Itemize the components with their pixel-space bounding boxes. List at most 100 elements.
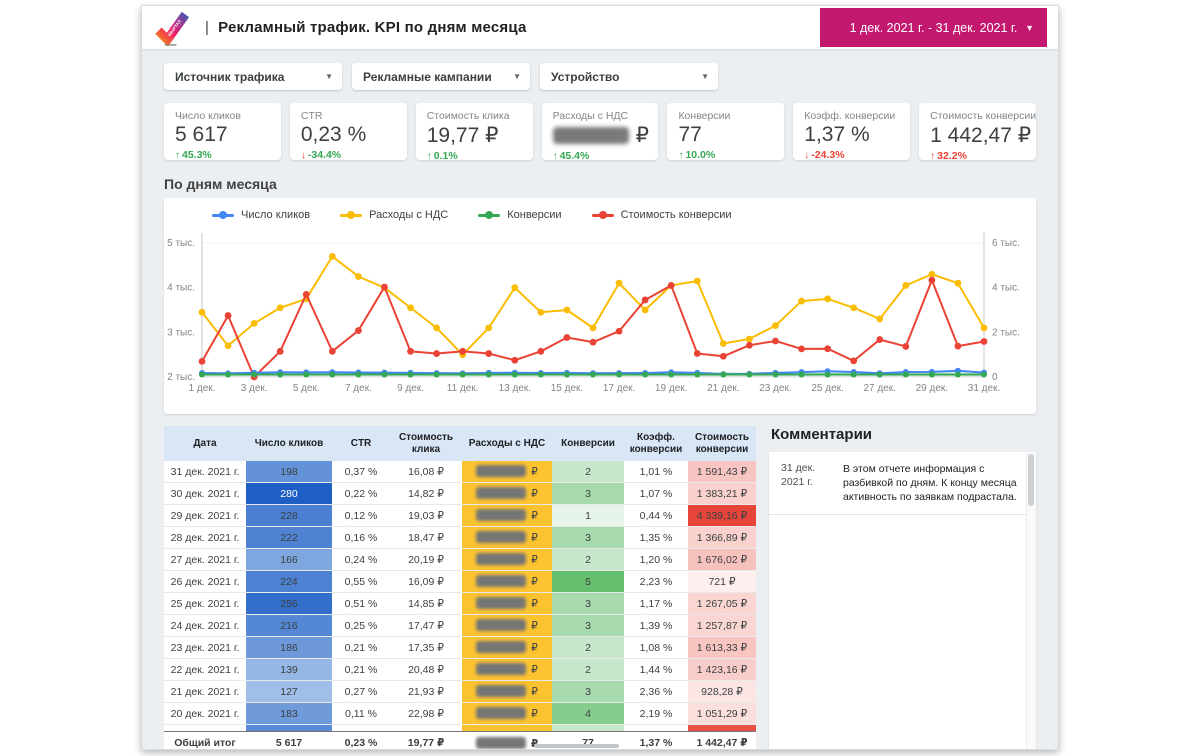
column-header-6[interactable]: Коэфф. конверсии (624, 426, 688, 461)
filter-dropdown-0[interactable]: Источник трафика▼ (164, 63, 342, 90)
cell-cpc: 19,03 ₽ (390, 505, 462, 527)
svg-text:13 дек.: 13 дек. (499, 383, 531, 394)
kpi-label: Стоимость конверсии (930, 110, 1036, 122)
cell-clicks: 256 (246, 593, 332, 615)
report-header: КВАРТАЛ |Рекламный трафик. KPI по дням м… (142, 6, 1058, 49)
comments-card: 31 дек. 2021 г.В этом отчете информация … (769, 452, 1036, 750)
legend-item-3[interactable]: Стоимость конверсии (592, 209, 732, 221)
cell-ctr: 0,37 % (332, 461, 390, 483)
comment-entry: 31 дек. 2021 г.В этом отчете информация … (769, 452, 1036, 515)
date-range-picker[interactable]: 1 дек. 2021 г. - 31 дек. 2021 г. ▼ (820, 8, 1047, 47)
cell-cost-per-conv: 1 591,43 ₽ (688, 461, 756, 483)
cell-partial (164, 725, 246, 732)
column-header-7[interactable]: Стоимость конверсии (688, 426, 756, 461)
cell-spend-redacted: ₽ (462, 615, 552, 637)
date-range-label: 1 дек. 2021 г. - 31 дек. 2021 г. (850, 21, 1018, 35)
cell-ctr: 0,21 % (332, 637, 390, 659)
kpi-value: 77 (678, 123, 784, 147)
cell-spend-redacted: ₽ (462, 483, 552, 505)
redacted-value (553, 127, 629, 144)
table-row-partial (164, 725, 756, 732)
svg-text:7 дек.: 7 дек. (345, 383, 372, 394)
horizontal-scrollbar-thumb[interactable] (534, 744, 619, 748)
column-header-5[interactable]: Конверсии (552, 426, 624, 461)
table-row: 23 дек. 2021 г.1860,21 %17,35 ₽₽21,08 %1… (164, 637, 756, 659)
cell-conversions: 3 (552, 527, 624, 549)
table-row: 20 дек. 2021 г.1830,11 %22,98 ₽₽42,19 %1… (164, 703, 756, 725)
cell-conversions: 3 (552, 615, 624, 637)
cell-cpc: 14,85 ₽ (390, 593, 462, 615)
kpi-delta: ↑45.4% (553, 150, 659, 160)
redacted-value (476, 575, 526, 587)
cell-ctr: 0,11 % (332, 703, 390, 725)
svg-text:19 дек.: 19 дек. (655, 383, 687, 394)
kpi-delta-value: 0.1% (434, 150, 458, 160)
kpi-card-6: Стоимость конверсии1 442,47 ₽↑32.2% (919, 103, 1036, 160)
column-header-2[interactable]: CTR (332, 426, 390, 461)
chevron-down-icon: ▼ (325, 72, 333, 81)
cell-date: 31 дек. 2021 г. (164, 461, 246, 483)
cell-conv-rate: 1,35 % (624, 527, 688, 549)
arrow-up-icon: ↑ (930, 151, 935, 160)
kpi-delta: ↑32.2% (930, 150, 1036, 160)
cell-conv-rate: 1,08 % (624, 637, 688, 659)
cell-partial (332, 725, 390, 732)
column-header-4[interactable]: Расходы с НДС (462, 426, 552, 461)
cell-clicks: 127 (246, 681, 332, 703)
filter-dropdown-1[interactable]: Рекламные кампании▼ (352, 63, 530, 90)
cell-spend-redacted: ₽ (462, 571, 552, 593)
kpi-delta-value: 45.4% (560, 150, 590, 160)
svg-text:4 тыс.: 4 тыс. (167, 283, 195, 294)
cell-conv-rate: 1,39 % (624, 615, 688, 637)
cell-conv-rate: 0,44 % (624, 505, 688, 527)
cell-cpc: 17,35 ₽ (390, 637, 462, 659)
cell-cpc: 17,47 ₽ (390, 615, 462, 637)
svg-text:27 дек.: 27 дек. (864, 383, 896, 394)
chart-legend: Число кликов Расходы с НДС Конверсии Стоимо… (212, 209, 732, 221)
cell-cost-per-conv: 1 257,87 ₽ (688, 615, 756, 637)
cell-conversions: 3 (552, 483, 624, 505)
arrow-down-icon: ↓ (301, 150, 306, 160)
kpi-card-2: Стоимость клика19,77 ₽↑0.1% (416, 103, 533, 160)
table-row: 25 дек. 2021 г.2560,51 %14,85 ₽₽31,17 %1… (164, 593, 756, 615)
currency-symbol: ₽ (636, 123, 649, 148)
kpi-label: Расходы с НДС (553, 110, 659, 122)
kpi-table: ДатаЧисло кликовCTRСтоимость кликаРасход… (164, 426, 756, 750)
cell-conv-rate: 1,17 % (624, 593, 688, 615)
column-header-3[interactable]: Стоимость клика (390, 426, 462, 461)
cell-cost-per-conv: 1 366,89 ₽ (688, 527, 756, 549)
svg-text:25 дек.: 25 дек. (811, 383, 843, 394)
cell-conversions: 3 (552, 593, 624, 615)
cell-partial (552, 725, 624, 732)
column-header-1[interactable]: Число кликов (246, 426, 332, 461)
redacted-value (476, 465, 526, 477)
cell-cpc: 16,08 ₽ (390, 461, 462, 483)
filter-label: Рекламные кампании (363, 70, 492, 84)
kpi-label: Коэфф. конверсии (804, 110, 910, 122)
legend-item-2[interactable]: Конверсии (478, 209, 561, 221)
svg-text:23 дек.: 23 дек. (759, 383, 791, 394)
cell-cpc: 14,82 ₽ (390, 483, 462, 505)
cell-conversions: 2 (552, 659, 624, 681)
legend-item-0[interactable]: Число кликов (212, 209, 310, 221)
cell-spend-redacted: ₽ (462, 593, 552, 615)
legend-label: Конверсии (507, 209, 561, 221)
kpi-delta-value: 10.0% (685, 149, 715, 160)
cell-clicks: 186 (246, 637, 332, 659)
filter-dropdown-2[interactable]: Устройство▼ (540, 63, 718, 90)
legend-item-1[interactable]: Расходы с НДС (340, 209, 448, 221)
vertical-scrollbar (1026, 452, 1036, 750)
cell-ctr: 0,22 % (332, 483, 390, 505)
svg-text:31 дек.: 31 дек. (968, 383, 1000, 394)
cell-clicks: 166 (246, 549, 332, 571)
cell-cost-per-conv: 1 383,21 ₽ (688, 483, 756, 505)
cell-cost-per-conv: 1 051,29 ₽ (688, 703, 756, 725)
timeseries-chart: 2 тыс.3 тыс.4 тыс.5 тыс.02 тыс.4 тыс.6 т… (164, 198, 1036, 414)
cell-clicks: 222 (246, 527, 332, 549)
svg-text:4 тыс.: 4 тыс. (992, 283, 1020, 294)
filter-label: Устройство (551, 70, 619, 84)
redacted-value (476, 707, 526, 719)
vertical-scrollbar-thumb[interactable] (1028, 454, 1034, 506)
cell-ctr: 0,55 % (332, 571, 390, 593)
column-header-0[interactable]: Дата (164, 426, 246, 461)
